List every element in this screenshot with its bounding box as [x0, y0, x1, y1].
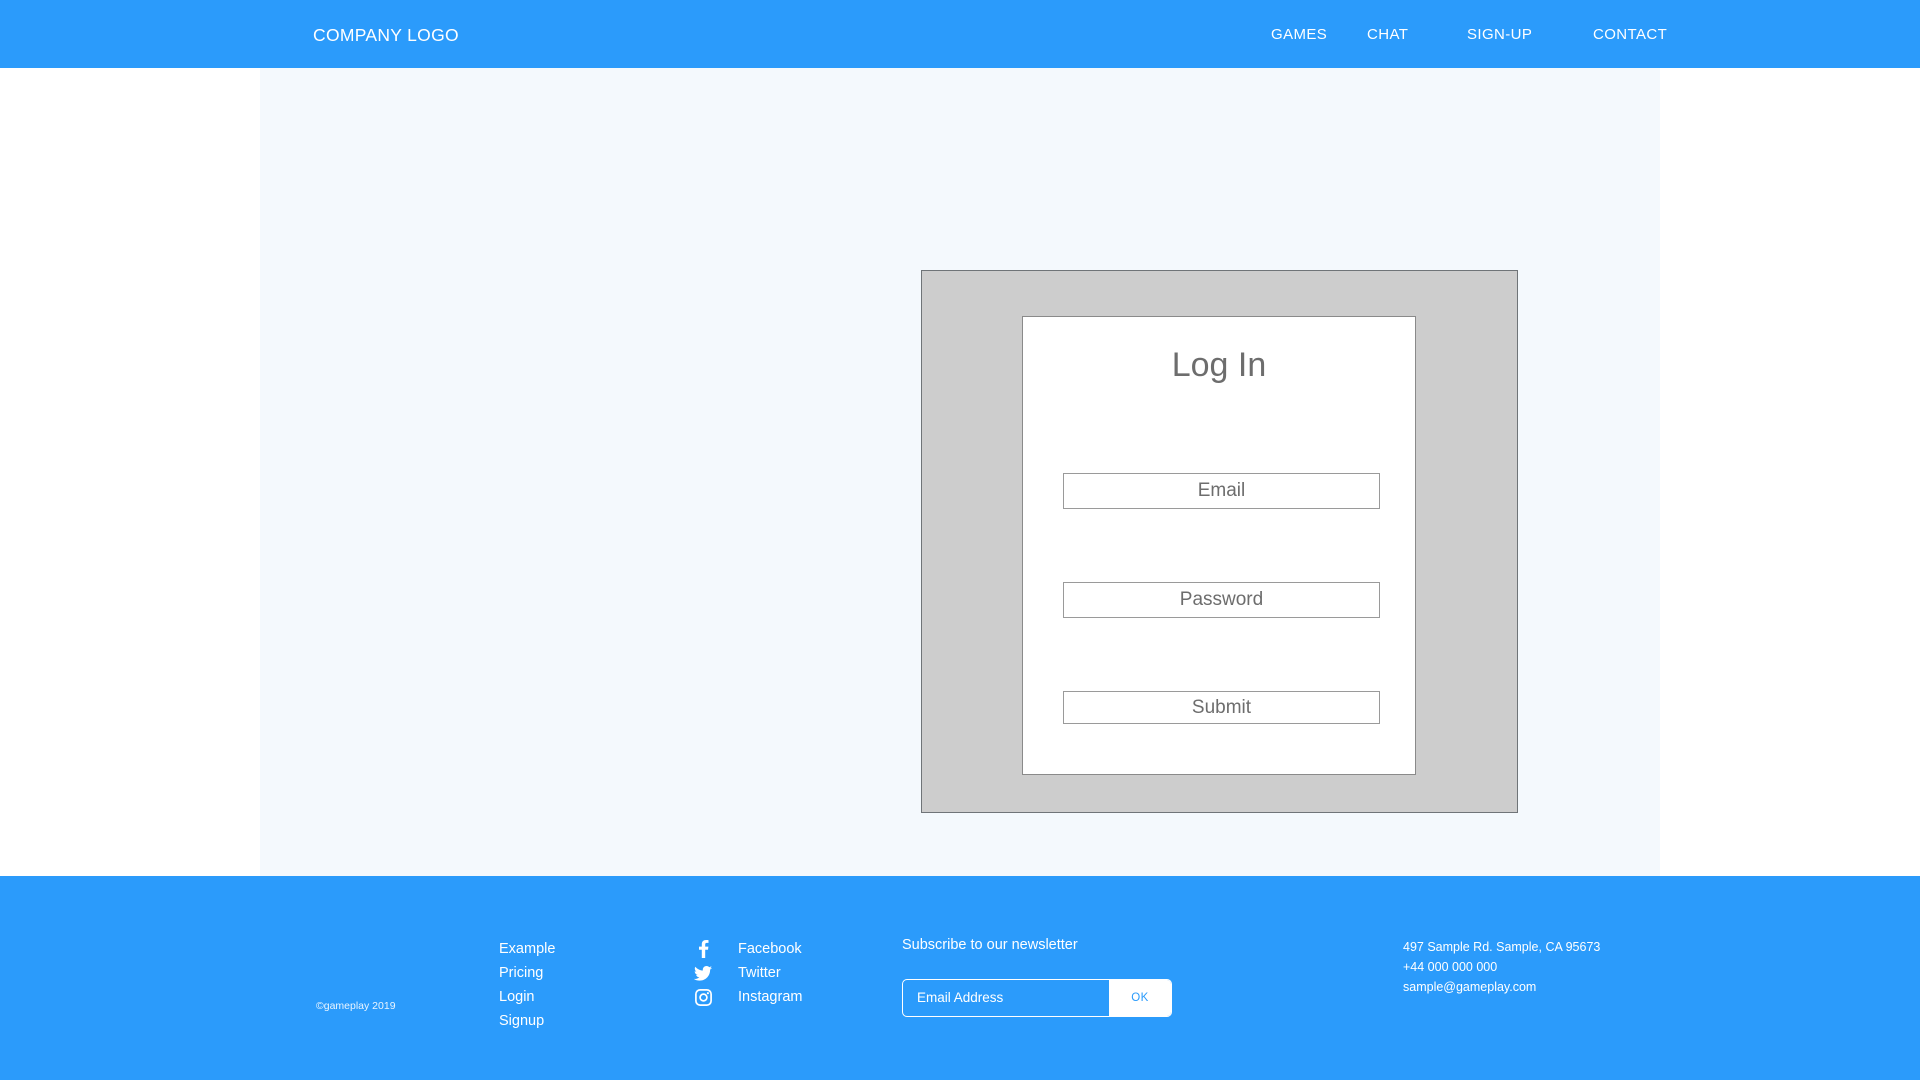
login-card: Log In Email Password Submit	[1022, 316, 1416, 775]
instagram-icon	[694, 988, 712, 1006]
footer-social-column: Facebook Twitter Instagram	[694, 937, 802, 1009]
address-phone[interactable]: +44 000 000 000	[1403, 957, 1600, 977]
facebook-icon	[694, 940, 712, 958]
footer-links-column: Example Pricing Login Signup	[499, 937, 555, 1033]
newsletter-ok-button[interactable]: OK	[1109, 979, 1171, 1016]
submit-button[interactable]: Submit	[1063, 691, 1380, 724]
footer-link-login[interactable]: Login	[499, 985, 555, 1009]
nav-item-contact[interactable]: CONTACT	[1593, 26, 1667, 43]
newsletter-title: Subscribe to our newsletter	[902, 937, 1078, 953]
footer-copyright: ©gameplay 2019	[316, 1000, 396, 1012]
address-email[interactable]: sample@gameplay.com	[1403, 977, 1600, 997]
password-field[interactable]: Password	[1063, 582, 1380, 618]
nav-item-games[interactable]: GAMES	[1271, 26, 1327, 43]
social-label-instagram: Instagram	[738, 989, 803, 1005]
twitter-icon	[694, 964, 712, 982]
company-logo[interactable]: COMPANY LOGO	[313, 26, 459, 45]
social-label-facebook: Facebook	[738, 941, 802, 957]
newsletter-section: Subscribe to our newsletter OK	[902, 938, 1172, 1017]
social-label-twitter: Twitter	[738, 965, 781, 981]
social-link-instagram[interactable]: Instagram	[694, 985, 802, 1009]
email-field[interactable]: Email	[1063, 473, 1380, 509]
site-header: COMPANY LOGO GAMES CHAT SIGN-UP CONTACT	[0, 0, 1920, 68]
address-street: 497 Sample Rd. Sample, CA 95673	[1403, 940, 1601, 954]
newsletter-email-input[interactable]	[903, 979, 1109, 1016]
footer-link-example[interactable]: Example	[499, 937, 555, 961]
nav-item-sign-up[interactable]: SIGN-UP	[1467, 26, 1532, 43]
footer-link-signup[interactable]: Signup	[499, 1009, 555, 1033]
social-link-twitter[interactable]: Twitter	[694, 961, 802, 985]
newsletter-form: OK	[902, 978, 1172, 1017]
login-title: Log In	[1171, 346, 1267, 384]
nav-item-chat[interactable]: CHAT	[1367, 26, 1408, 43]
social-link-facebook[interactable]: Facebook	[694, 937, 802, 961]
main-content-panel: Log In Email Password Submit	[260, 68, 1660, 876]
footer-address-column: 497 Sample Rd. Sample, CA 95673 +44 000 …	[1403, 937, 1600, 997]
footer-link-pricing[interactable]: Pricing	[499, 961, 555, 985]
page-root: COMPANY LOGO GAMES CHAT SIGN-UP CONTACT …	[0, 0, 1920, 1080]
